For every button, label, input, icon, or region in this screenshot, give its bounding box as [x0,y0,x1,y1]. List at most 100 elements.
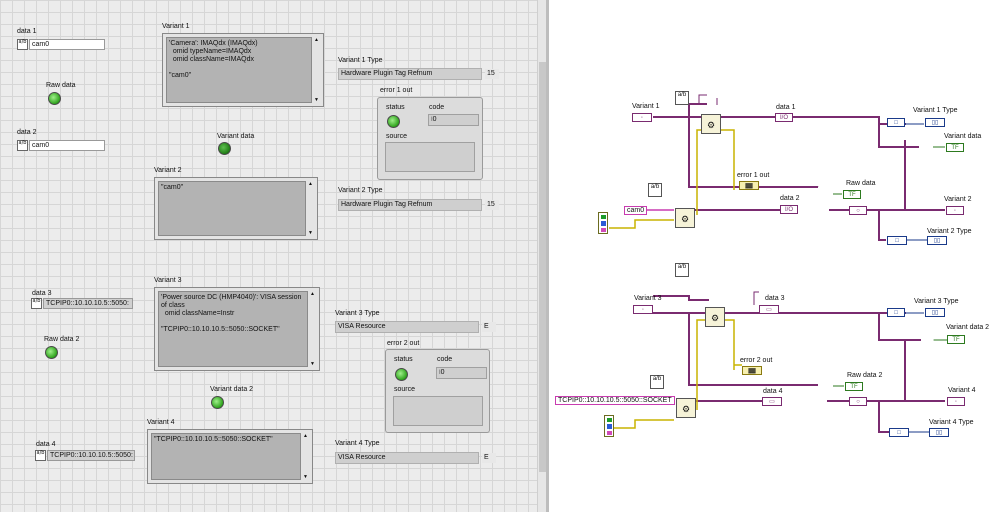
bd-raw-data-terminal[interactable]: TF [843,190,861,199]
bd-variant3-terminal[interactable]: ◦ [633,305,653,314]
property-node-icon[interactable]: a/b [675,263,689,277]
data1-label: data 1 [17,28,37,35]
variant-data2-led[interactable] [211,396,224,409]
data3-indicator: a/b TCPIP0::10.10.10.5::5050: [31,298,133,309]
variant-to-data-vi-icon[interactable]: ⚙ [701,114,721,134]
string-format-icon: a/b [35,450,46,461]
variant1-type-indicator: Hardware Plugin Tag Refnum 15 [338,67,499,80]
bd-variant4-type-terminal[interactable]: ▯▯ [929,428,949,437]
variant1-label: Variant 1 [162,23,190,30]
bd-tcpip-const[interactable]: TCPIP0::10.10.10.5::5050::SOCKET [555,396,675,405]
variant1-indicator[interactable]: 'Camera': IMAQdx (IMAQdx) omid typeName=… [162,33,324,107]
raw-data-label: Raw data [46,82,76,89]
error1-code-text: 0 [432,116,437,123]
variant2-label: Variant 2 [154,167,182,174]
equal-compare-icon[interactable] [920,140,932,154]
error2-label: error 2 out [387,340,420,347]
variant3-type-label: Variant 3 Type [335,310,380,317]
data2-control[interactable]: a/b cam0 [17,140,105,151]
variant2-text: "cam0" [158,181,306,236]
bd-error1-label: error 1 out [737,172,770,179]
equal-compare-icon[interactable] [922,333,934,347]
bd-variant2-terminal[interactable]: ◦ [946,206,964,215]
variant-data-led[interactable] [218,142,231,155]
bd-raw-data-label: Raw data [846,180,876,187]
error2-source-label: source [394,386,416,393]
equal-compare-icon[interactable] [818,379,832,391]
variant4-type-num: E [482,452,496,463]
get-type-node-icon[interactable]: □ [887,236,907,245]
bd-error-cluster-const[interactable] [598,212,608,234]
equal-compare-icon[interactable] [818,186,832,198]
variant3-type-num: E [482,321,496,332]
bd-raw-data2-label: Raw data 2 [847,372,883,379]
get-type-node-icon[interactable]: □ [889,428,909,437]
get-type-node-icon[interactable]: □ [887,118,905,127]
error1-code-value[interactable]: I0 [428,114,479,126]
error2-cluster: status code I0 source [385,349,490,433]
get-type-node-icon[interactable]: □ [887,308,905,317]
data3-label: data 3 [32,290,52,297]
bd-error2-label: error 2 out [740,357,773,364]
data3-value: TCPIP0::10.10.10.5::5050: [43,298,133,309]
string-format-icon: a/b [31,298,42,309]
bd-variant2-label: Variant 2 [944,196,972,203]
to-variant-node-icon[interactable]: ○ [849,397,867,406]
bd-variant-data2-label: Variant data 2 [946,324,990,331]
bd-variant2-type-terminal[interactable]: ▯▯ [927,236,947,245]
scrollbar[interactable] [314,37,321,103]
scrollbar[interactable] [310,291,317,367]
data2-value[interactable]: cam0 [29,140,105,151]
variant-to-data-vi-icon[interactable]: ⚙ [675,208,695,228]
variant3-label: Variant 3 [154,277,182,284]
error2-code-value[interactable]: I0 [436,367,487,379]
scrollbar[interactable] [303,433,310,480]
variant4-type-label: Variant 4 Type [335,440,380,447]
error2-source-field[interactable] [393,396,483,426]
error2-code-label: code [437,356,453,363]
bd-data4-terminal[interactable]: ▭ [762,397,782,406]
bd-data2-terminal[interactable]: I/O [780,205,798,214]
bd-error1-terminal[interactable]: ▓▓ [739,181,759,190]
bd-variant1-type-terminal[interactable]: ▯▯ [925,118,945,127]
bd-variant3-type-terminal[interactable]: ▯▯ [925,308,945,317]
bd-raw-data2-terminal[interactable]: TF [845,382,863,391]
property-node-icon[interactable]: a/b [675,91,689,105]
data1-value[interactable]: cam0 [29,39,105,50]
to-variant-node-icon[interactable]: ○ [849,206,867,215]
error1-source-field[interactable] [385,142,475,172]
variant4-label: Variant 4 [147,419,175,426]
variant-to-data-vi-icon[interactable]: ⚙ [676,398,696,418]
bd-variant1-terminal[interactable]: ◦ [632,113,652,122]
error2-status-led[interactable] [395,368,408,381]
bd-data1-terminal[interactable]: I/O [775,113,793,122]
scrollbar[interactable] [308,181,315,236]
error1-status-led[interactable] [387,115,400,128]
variant3-type-value: VISA Resource [335,320,479,333]
variant2-indicator[interactable]: "cam0" [154,177,318,240]
scrollbar-thumb[interactable] [539,62,546,472]
variant-data-label: Variant data [217,133,255,140]
bd-variant-data2-terminal[interactable]: TF [947,335,965,344]
variant4-type-indicator: VISA Resource E [335,451,496,464]
raw-data-led[interactable] [48,92,61,105]
variant4-indicator[interactable]: "TCPIP0::10.10.10.5::5050::SOCKET" [147,429,313,484]
bd-variant-data-terminal[interactable]: TF [946,143,964,152]
bd-variant4-terminal[interactable]: ◦ [947,397,965,406]
variant-to-data-vi-icon[interactable]: ⚙ [705,307,725,327]
data1-control[interactable]: a/b cam0 [17,39,105,50]
bd-data3-label: data 3 [765,295,785,302]
property-node-icon[interactable]: a/b [648,183,662,197]
raw-data2-label: Raw data 2 [44,336,80,343]
bd-variant3-label: Variant 3 [634,295,662,302]
bd-cam0-const[interactable]: cam0 [624,206,648,215]
property-node-icon[interactable]: a/b [650,375,664,389]
bd-error-cluster-const[interactable] [604,415,614,437]
bd-variant4-label: Variant 4 [948,387,976,394]
error1-status-label: status [386,104,405,111]
raw-data2-led[interactable] [45,346,58,359]
bd-error2-terminal[interactable]: ▓▓ [742,366,762,375]
bd-data3-terminal[interactable]: ▭ [759,305,779,314]
block-diagram: Variant 1 ◦ a/b ⚙ data 1 I/O error 1 out… [549,0,998,512]
variant3-indicator[interactable]: 'Power source DC (HMP4040)': VISA sessio… [154,287,320,371]
